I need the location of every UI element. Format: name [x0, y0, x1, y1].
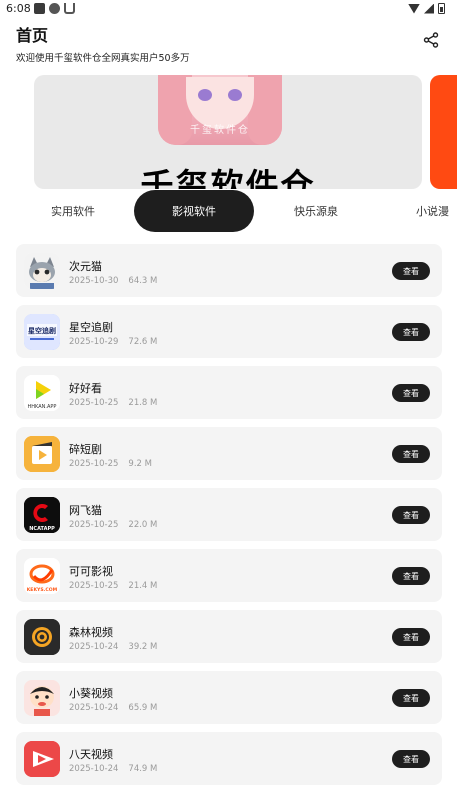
list-item[interactable]: 小葵视频 2025-10-24 65.9 M 查看 — [16, 671, 442, 724]
list-item[interactable]: 次元猫 2025-10-30 64.3 M 查看 — [16, 244, 442, 297]
banner-carousel[interactable]: 千玺软件仓 千玺软件仓 — [0, 75, 457, 190]
hhkan-play-icon: HHKAN.APP — [24, 375, 60, 411]
view-button[interactable]: 查看 — [392, 567, 430, 585]
wifi-icon — [408, 3, 420, 14]
view-button[interactable]: 查看 — [392, 750, 430, 768]
app-date: 2025-10-29 — [69, 337, 119, 347]
app-name: 网飞猫 — [69, 504, 102, 517]
trophy-notification-icon — [64, 3, 75, 14]
battery-icon — [438, 3, 445, 14]
app-size: 21.8 M — [128, 398, 158, 408]
list-item[interactable]: 碎短剧 2025-10-25 9.2 M 查看 — [16, 427, 442, 480]
app-date: 2025-10-25 — [69, 520, 119, 530]
view-button[interactable]: 查看 — [392, 506, 430, 524]
app-name: 八天视频 — [69, 748, 113, 761]
svg-text:星空追剧: 星空追剧 — [28, 326, 56, 335]
keke-icon: KEKYS.COM — [24, 558, 60, 594]
xingkong-icon: 星空追剧 — [24, 314, 60, 350]
app-notification-icon — [34, 3, 45, 14]
banner-logo-text: 千玺软件仓 — [140, 166, 316, 189]
app-size: 72.6 M — [128, 337, 158, 347]
tab-video[interactable]: 影视软件 — [134, 190, 254, 232]
header: 首页 欢迎使用千玺软件仓全网真实用户50多万 — [16, 22, 441, 64]
page-subtitle: 欢迎使用千玺软件仓全网真实用户50多万 — [16, 53, 190, 64]
app-size: 74.9 M — [128, 764, 158, 774]
signal-icon — [424, 3, 434, 14]
tab-fun[interactable]: 快乐源泉 — [283, 190, 349, 232]
banner-anime-image: 千玺软件仓 — [158, 75, 282, 145]
notification-icons — [34, 3, 75, 14]
app-name: 碎短剧 — [69, 443, 102, 456]
app-date: 2025-10-25 — [69, 459, 119, 469]
app-name: 好好看 — [69, 382, 102, 395]
view-button[interactable]: 查看 — [392, 323, 430, 341]
list-item[interactable]: NCATAPP 网飞猫 2025-10-25 22.0 M 查看 — [16, 488, 442, 541]
app-name: 可可影视 — [69, 565, 113, 578]
app-size: 65.9 M — [128, 703, 158, 713]
view-button[interactable]: 查看 — [392, 262, 430, 280]
share-icon — [423, 32, 439, 48]
page-title: 首页 — [16, 26, 49, 45]
app-date: 2025-10-24 — [69, 642, 119, 652]
share-button[interactable] — [421, 30, 441, 50]
view-button[interactable]: 查看 — [392, 445, 430, 463]
view-button[interactable]: 查看 — [392, 628, 430, 646]
xiaokui-icon — [24, 680, 60, 716]
status-time: 6:08 — [6, 2, 31, 15]
app-size: 22.0 M — [128, 520, 158, 530]
app-date: 2025-10-30 — [69, 276, 119, 286]
forest-icon — [24, 619, 60, 655]
status-bar: 6:08 — [0, 0, 457, 20]
app-name: 森林视频 — [69, 626, 113, 639]
app-size: 21.4 M — [128, 581, 158, 591]
tab-utility[interactable]: 实用软件 — [40, 190, 106, 232]
list-item[interactable]: 星空追剧 星空追剧 2025-10-29 72.6 M 查看 — [16, 305, 442, 358]
app-name: 星空追剧 — [69, 321, 113, 334]
app-date: 2025-10-24 — [69, 703, 119, 713]
view-button[interactable]: 查看 — [392, 689, 430, 707]
app-name: 次元猫 — [69, 260, 102, 273]
list-item[interactable]: HHKAN.APP 好好看 2025-10-25 21.8 M 查看 — [16, 366, 442, 419]
app-size: 64.3 M — [128, 276, 158, 286]
svg-text:HHKAN.APP: HHKAN.APP — [28, 404, 57, 410]
svg-text:KEKYS.COM: KEKYS.COM — [27, 587, 58, 593]
banner-watermark: 千玺软件仓 — [190, 125, 250, 136]
banner-slide[interactable]: 千玺软件仓 千玺软件仓 — [34, 75, 422, 189]
app-size: 39.2 M — [128, 642, 158, 652]
list-item[interactable]: 森林视频 2025-10-24 39.2 M 查看 — [16, 610, 442, 663]
tab-novel[interactable]: 小说漫 — [406, 190, 457, 232]
app-date: 2025-10-25 — [69, 398, 119, 408]
app-size: 9.2 M — [128, 459, 152, 469]
list-item[interactable]: 八天视频 2025-10-24 74.9 M 查看 — [16, 732, 442, 785]
view-button[interactable]: 查看 — [392, 384, 430, 402]
short-drama-icon — [24, 436, 60, 472]
face-notification-icon — [49, 3, 60, 14]
list-item[interactable]: KEKYS.COM 可可影视 2025-10-25 21.4 M 查看 — [16, 549, 442, 602]
banner-next-slide[interactable] — [430, 75, 457, 189]
category-tabs: 实用软件 影视软件 快乐源泉 小说漫 — [0, 190, 457, 232]
batian-play-icon — [24, 741, 60, 777]
app-list: 次元猫 2025-10-30 64.3 M 查看 星空追剧 星空追剧 2025-… — [16, 244, 442, 793]
svg-text:NCATAPP: NCATAPP — [29, 526, 55, 532]
app-name: 小葵视频 — [69, 687, 113, 700]
app-date: 2025-10-24 — [69, 764, 119, 774]
cat-anime-icon — [24, 253, 60, 289]
app-date: 2025-10-25 — [69, 581, 119, 591]
ncat-icon: NCATAPP — [24, 497, 60, 533]
system-icons — [408, 3, 445, 14]
